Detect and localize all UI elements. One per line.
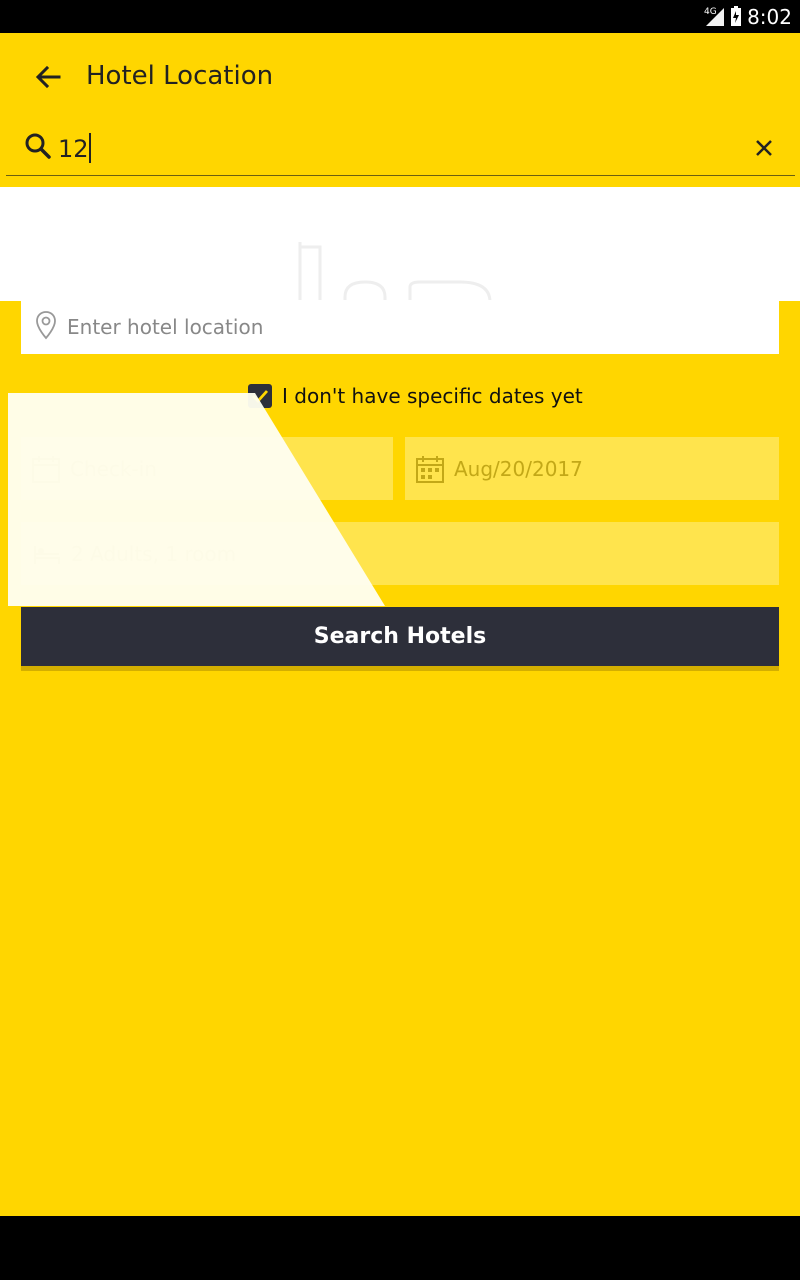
navigation-bar: [0, 1216, 800, 1280]
logo-watermark: [298, 242, 492, 301]
location-field[interactable]: [21, 300, 779, 354]
bed-icon: [34, 545, 60, 564]
no-dates-toggle[interactable]: I don't have specific dates yet: [248, 384, 583, 408]
search-bar: [6, 126, 795, 176]
status-icons: 4G: [704, 6, 742, 26]
calendar-icon: [416, 455, 444, 483]
clear-button[interactable]: [749, 133, 779, 163]
close-icon: [756, 140, 772, 156]
back-button[interactable]: [28, 59, 68, 95]
calendar-icon: [32, 455, 60, 483]
status-bar: 4G 8:02: [0, 0, 800, 33]
text-caret: [89, 133, 91, 163]
guests-label: 2 Adults, 1 room: [71, 541, 237, 566]
checkout-value: Aug/20/2017: [454, 456, 583, 481]
checkin-field[interactable]: Check-in: [21, 437, 393, 500]
suggestions-panel: [0, 187, 800, 301]
battery-icon: [731, 6, 741, 26]
no-dates-checkbox[interactable]: [248, 384, 272, 408]
status-time: 8:02: [747, 5, 792, 29]
svg-text:4G: 4G: [704, 7, 717, 17]
location-input[interactable]: [67, 308, 747, 346]
checkmark-icon: [252, 390, 269, 404]
checkout-field[interactable]: Aug/20/2017: [405, 437, 779, 500]
checkin-label: Check-in: [70, 456, 157, 481]
arrow-left-icon: [35, 65, 61, 89]
guests-field[interactable]: 2 Adults, 1 room: [21, 522, 779, 585]
location-pin-icon: [36, 311, 56, 340]
no-dates-label: I don't have specific dates yet: [282, 384, 583, 408]
signal-icon: 4G: [704, 7, 724, 26]
app-bar: Hotel Location: [0, 33, 800, 187]
search-input[interactable]: [58, 130, 718, 168]
search-hotels-button[interactable]: Search Hotels: [21, 607, 779, 671]
page-title: Hotel Location: [86, 61, 274, 91]
search-icon: [25, 133, 51, 159]
